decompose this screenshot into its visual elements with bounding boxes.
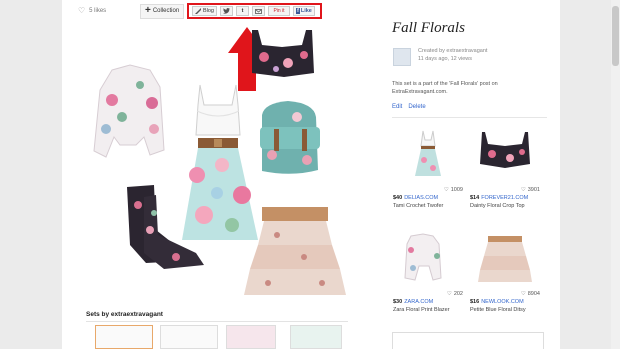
pinit-label: Pin it	[273, 8, 285, 14]
scrollbar-thumb[interactable]	[612, 6, 619, 66]
collection-label: Collection	[152, 8, 180, 14]
related-item-card[interactable]	[392, 332, 544, 349]
delete-link[interactable]: Delete	[408, 104, 425, 110]
share-buttons-highlight: Blog t Pin it f Like	[187, 3, 322, 19]
product-likes[interactable]: ♡ 202	[447, 291, 463, 297]
floral-blazer-image	[93, 64, 165, 158]
store-link[interactable]: ZARA.COM	[404, 299, 433, 305]
product-price: $16 NEWLOOK.COM	[470, 299, 524, 305]
page-left-gutter	[0, 0, 62, 349]
product-likes[interactable]: ♡ 3901	[521, 187, 540, 193]
set-toolbar: ♡ 5 likes + Collection	[78, 2, 185, 20]
tumblr-button[interactable]: t	[236, 6, 249, 16]
product-name[interactable]: Petite Blue Floral Ditsy	[470, 307, 526, 313]
floral-skirt-image	[182, 138, 258, 240]
set-thumbnail[interactable]	[290, 325, 342, 349]
plus-icon: +	[145, 5, 151, 16]
tumblr-icon: t	[241, 8, 244, 14]
divider	[392, 117, 547, 118]
price-value: $40	[393, 195, 403, 201]
product-name[interactable]: Dainty Floral Crop Top	[470, 203, 525, 209]
heart-icon: ♡	[78, 6, 86, 15]
pinterest-button[interactable]: Pin it	[268, 6, 290, 16]
product-likes[interactable]: ♡ 8904	[521, 291, 540, 297]
likes-count[interactable]: ♡ 5 likes	[78, 7, 140, 15]
likes-value: 8904	[527, 291, 540, 297]
product-price: $30 ZARA.COM	[393, 299, 433, 305]
edit-link[interactable]: Edit	[392, 104, 402, 110]
heart-icon: ♡	[520, 187, 526, 193]
divider	[86, 321, 348, 322]
blog-label: Blog	[202, 8, 214, 14]
blog-button[interactable]: Blog	[192, 6, 217, 16]
heart-icon: ♡	[446, 291, 452, 297]
product-image	[480, 132, 530, 168]
price-value: $16	[470, 299, 480, 305]
set-title: Fall Florals	[392, 20, 465, 36]
product-price: $40 DELIAS.COM	[393, 195, 438, 201]
outfit-collage	[93, 30, 346, 295]
created-ago: 11 days ago, 12 views	[418, 56, 473, 62]
white-corset-top-image	[195, 84, 241, 136]
like-label: Like	[300, 8, 312, 14]
product-image	[478, 236, 532, 282]
likes-value: 202	[453, 291, 463, 297]
email-button[interactable]	[252, 6, 265, 16]
heart-icon: ♡	[443, 187, 449, 193]
store-link[interactable]: FOREVER21.COM	[481, 195, 528, 201]
facebook-icon: f	[296, 8, 300, 14]
facebook-like-button[interactable]: f Like	[293, 6, 315, 16]
likes-value: 1009	[450, 187, 463, 193]
store-link[interactable]: DELIAS.COM	[404, 195, 438, 201]
blog-icon	[195, 8, 201, 14]
product-image	[415, 130, 441, 176]
heart-icon: ♡	[520, 291, 526, 297]
email-icon	[255, 8, 262, 14]
add-to-collection-button[interactable]: + Collection	[140, 3, 185, 19]
price-value: $30	[393, 299, 403, 305]
likes-value: 3901	[527, 187, 540, 193]
floral-backpack-image	[260, 101, 320, 174]
product-image	[404, 233, 442, 281]
store-link[interactable]: NEWLOOK.COM	[481, 299, 523, 305]
product-name[interactable]: Tami Crochet Twofer	[393, 203, 443, 209]
set-actions: Edit Delete	[392, 104, 426, 110]
twitter-button[interactable]	[220, 6, 233, 16]
set-thumbnail[interactable]	[226, 325, 276, 349]
product-likes[interactable]: ♡ 1009	[444, 187, 463, 193]
price-value: $14	[470, 195, 480, 201]
ruffled-floral-skirt-image	[244, 207, 346, 295]
set-thumbnail[interactable]	[160, 325, 218, 349]
product-price: $14 FOREVER21.COM	[470, 195, 528, 201]
twitter-bird-icon	[223, 8, 230, 14]
sets-section-title: Sets by extraextravagant	[86, 311, 163, 318]
product-name[interactable]: Zara Floral Print Blazer	[393, 307, 450, 313]
set-thumbnail[interactable]	[95, 325, 153, 349]
set-description: This set is a part of the 'Fall Florals'…	[392, 81, 498, 95]
likes-label: 5 likes	[89, 8, 107, 14]
created-by: Created by extraextravagant	[418, 48, 488, 54]
author-avatar[interactable]	[393, 48, 411, 66]
floral-crop-top-image	[252, 30, 314, 77]
